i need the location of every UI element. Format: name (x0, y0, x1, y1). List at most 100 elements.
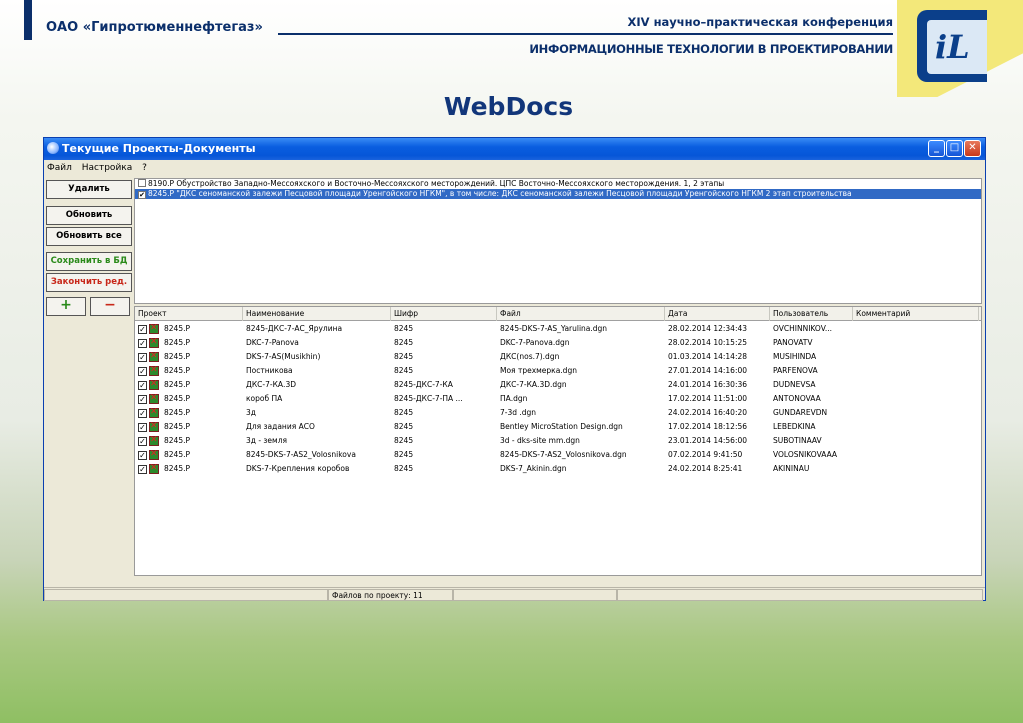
row-checkbox[interactable]: ✓ (138, 451, 147, 460)
cell-code: 8245 (394, 352, 414, 361)
row-checkbox[interactable]: ✓ (138, 423, 147, 432)
project-item-selected[interactable]: ✔ 8245.P "ДКС сеноманской залежи Песцовой… (135, 189, 981, 199)
finish-edit-button[interactable]: Закончить ред. (46, 273, 132, 292)
cell-file: Bentley MicroStation Design.dgn (500, 422, 623, 431)
refresh-button[interactable]: Обновить (46, 206, 132, 225)
cell-code: 8245-ДКС-7-КА (394, 380, 453, 389)
cell-date: 17.02.2014 18:12:56 (668, 422, 748, 431)
row-checkbox[interactable]: ✓ (138, 437, 147, 446)
document-icon (149, 323, 159, 334)
maximize-button[interactable]: □ (946, 140, 963, 157)
menu-file[interactable]: Файл (47, 163, 72, 173)
table-row[interactable]: ✓ 8245.P 3д 8245 7-3d .dgn 24.02.2014 16:40:2… (135, 406, 981, 420)
cell-user: GUNDAREVDN (773, 408, 828, 417)
cell-file: 7-3d .dgn (500, 408, 537, 417)
table-row[interactable]: ✓ 8245.P DKS-7-AS(Musikhin) 8245 ДКС(nos.7).… (135, 350, 981, 364)
header-accent-bar (24, 0, 32, 40)
menu-help[interactable]: ? (142, 163, 147, 173)
company-name: ОАО «Гипротюменнефтегаз» (46, 20, 263, 35)
app-icon (47, 142, 59, 154)
refresh-all-button[interactable]: Обновить все (46, 227, 132, 246)
cell-project: 8245.P (164, 366, 190, 375)
documents-table: Проект Наименование Шифр Файл Дата Польз… (134, 306, 982, 576)
files-count-status: Файлов по проекту: 11 (328, 589, 453, 601)
cell-comment (853, 336, 979, 350)
add-button[interactable]: + (46, 297, 86, 316)
menu-settings[interactable]: Настройка (82, 163, 133, 173)
cell-name: 8245-ДКС-7-АС_Ярулина (246, 324, 343, 333)
table-row[interactable]: ✓ 8245.P Для задания АСО 8245 Bentley MicroS… (135, 420, 981, 434)
project-item[interactable]: 8190.P Обустройство Западно-Мессояхского… (135, 179, 981, 189)
menu-bar: Файл Настройка ? (44, 160, 985, 176)
cell-code: 8245 (394, 464, 414, 473)
table-row[interactable]: ✓ 8245.P ДКС-7-КА.3D 8245-ДКС-7-КА ДКС-7-КА.… (135, 378, 981, 392)
project-text: 8190.P Обустройство Западно-Мессояхского… (148, 179, 725, 188)
column-header-user[interactable]: Пользователь (770, 307, 853, 321)
close-button[interactable]: ✕ (964, 140, 981, 157)
cell-file: 3d - dks-site mm.dgn (500, 436, 580, 445)
column-header-comment[interactable]: Комментарий (853, 307, 979, 321)
cell-project: 8245.P (164, 464, 190, 473)
conference-logo: iL (927, 20, 987, 74)
row-checkbox[interactable]: ✓ (138, 381, 147, 390)
row-checkbox[interactable]: ✓ (138, 325, 147, 334)
row-checkbox[interactable]: ✓ (138, 395, 147, 404)
cell-user: PANOVATV (773, 338, 813, 347)
remove-button[interactable]: − (90, 297, 130, 316)
delete-button[interactable]: Удалить (46, 180, 132, 199)
project-checkbox[interactable] (138, 179, 146, 187)
cell-code: 8245-ДКС-7-ПА ... (394, 394, 463, 403)
column-header-file[interactable]: Файл (497, 307, 665, 321)
project-checkbox[interactable]: ✔ (138, 191, 146, 199)
column-header-name[interactable]: Наименование (243, 307, 391, 321)
cell-project: 8245.P (164, 338, 190, 347)
status-cell-empty (453, 589, 617, 601)
row-checkbox[interactable]: ✓ (138, 353, 147, 362)
cell-comment (853, 378, 979, 392)
cell-name: ДКС-7-КА.3D (246, 380, 296, 389)
window-titlebar[interactable]: Текущие Проекты-Документы _ □ ✕ (44, 138, 985, 160)
document-icon (149, 351, 159, 362)
column-header-date[interactable]: Дата (665, 307, 770, 321)
status-bar: Файлов по проекту: 11 (44, 587, 985, 601)
cell-comment (853, 364, 979, 378)
conference-title: XIV научно–практическая конференция (627, 15, 893, 29)
cell-project: 8245.P (164, 394, 190, 403)
table-row[interactable]: ✓ 8245.P DKS-7-Крепления коробов 8245 DKS-7_… (135, 462, 981, 476)
cell-name: DKS-7-Крепления коробов (246, 464, 350, 473)
document-icon (149, 379, 159, 390)
cell-date: 27.01.2014 14:16:00 (668, 366, 748, 375)
column-header-code[interactable]: Шифр (391, 307, 497, 321)
table-row[interactable]: ✓ 8245.P 3д - земля 8245 3d - dks-site mm.dg… (135, 434, 981, 448)
row-checkbox[interactable]: ✓ (138, 339, 147, 348)
save-db-button[interactable]: Сохранить в БД (46, 252, 132, 271)
cell-date: 17.02.2014 11:51:00 (668, 394, 748, 403)
cell-comment (853, 434, 979, 448)
cell-project: 8245.P (164, 436, 190, 445)
column-header-project[interactable]: Проект (135, 307, 243, 321)
row-checkbox[interactable]: ✓ (138, 465, 147, 474)
row-checkbox[interactable]: ✓ (138, 367, 147, 376)
table-row[interactable]: ✓ 8245.P 8245-ДКС-7-АС_Ярулина 8245 8245-DKS… (135, 322, 981, 336)
document-icon (149, 337, 159, 348)
minimize-button[interactable]: _ (928, 140, 945, 157)
table-row[interactable]: ✓ 8245.P Постникова 8245 Моя трехмерка.dgn 27… (135, 364, 981, 378)
table-row[interactable]: ✓ 8245.P короб ПА 8245-ДКС-7-ПА ... ПА.dgn 17… (135, 392, 981, 406)
cell-code: 8245 (394, 450, 414, 459)
slide-title: WebDocs (443, 92, 574, 121)
cell-user: ANTONOVAA (773, 394, 821, 403)
cell-project: 8245.P (164, 352, 190, 361)
cell-project: 8245.P (164, 324, 190, 333)
row-checkbox[interactable]: ✓ (138, 409, 147, 418)
cell-name: короб ПА (246, 394, 283, 403)
document-icon (149, 449, 159, 460)
project-list[interactable]: 8190.P Обустройство Западно-Мессояхского… (134, 178, 982, 304)
table-row[interactable]: ✓ 8245.P DKC-7-Panova 8245 DKC-7-Panova.dgn 2… (135, 336, 981, 350)
cell-comment (853, 462, 979, 476)
table-row[interactable]: ✓ 8245.P 8245-DKS-7-AS2_Volosnikova 8245 824… (135, 448, 981, 462)
cell-user: OVCHINNIKOV... (773, 324, 833, 333)
cell-date: 24.02.2014 8:25:41 (668, 464, 743, 473)
cell-code: 8245 (394, 408, 414, 417)
header-rule (278, 33, 893, 35)
cell-file: 8245-DKS-7-AS_Yarulina.dgn (500, 324, 608, 333)
